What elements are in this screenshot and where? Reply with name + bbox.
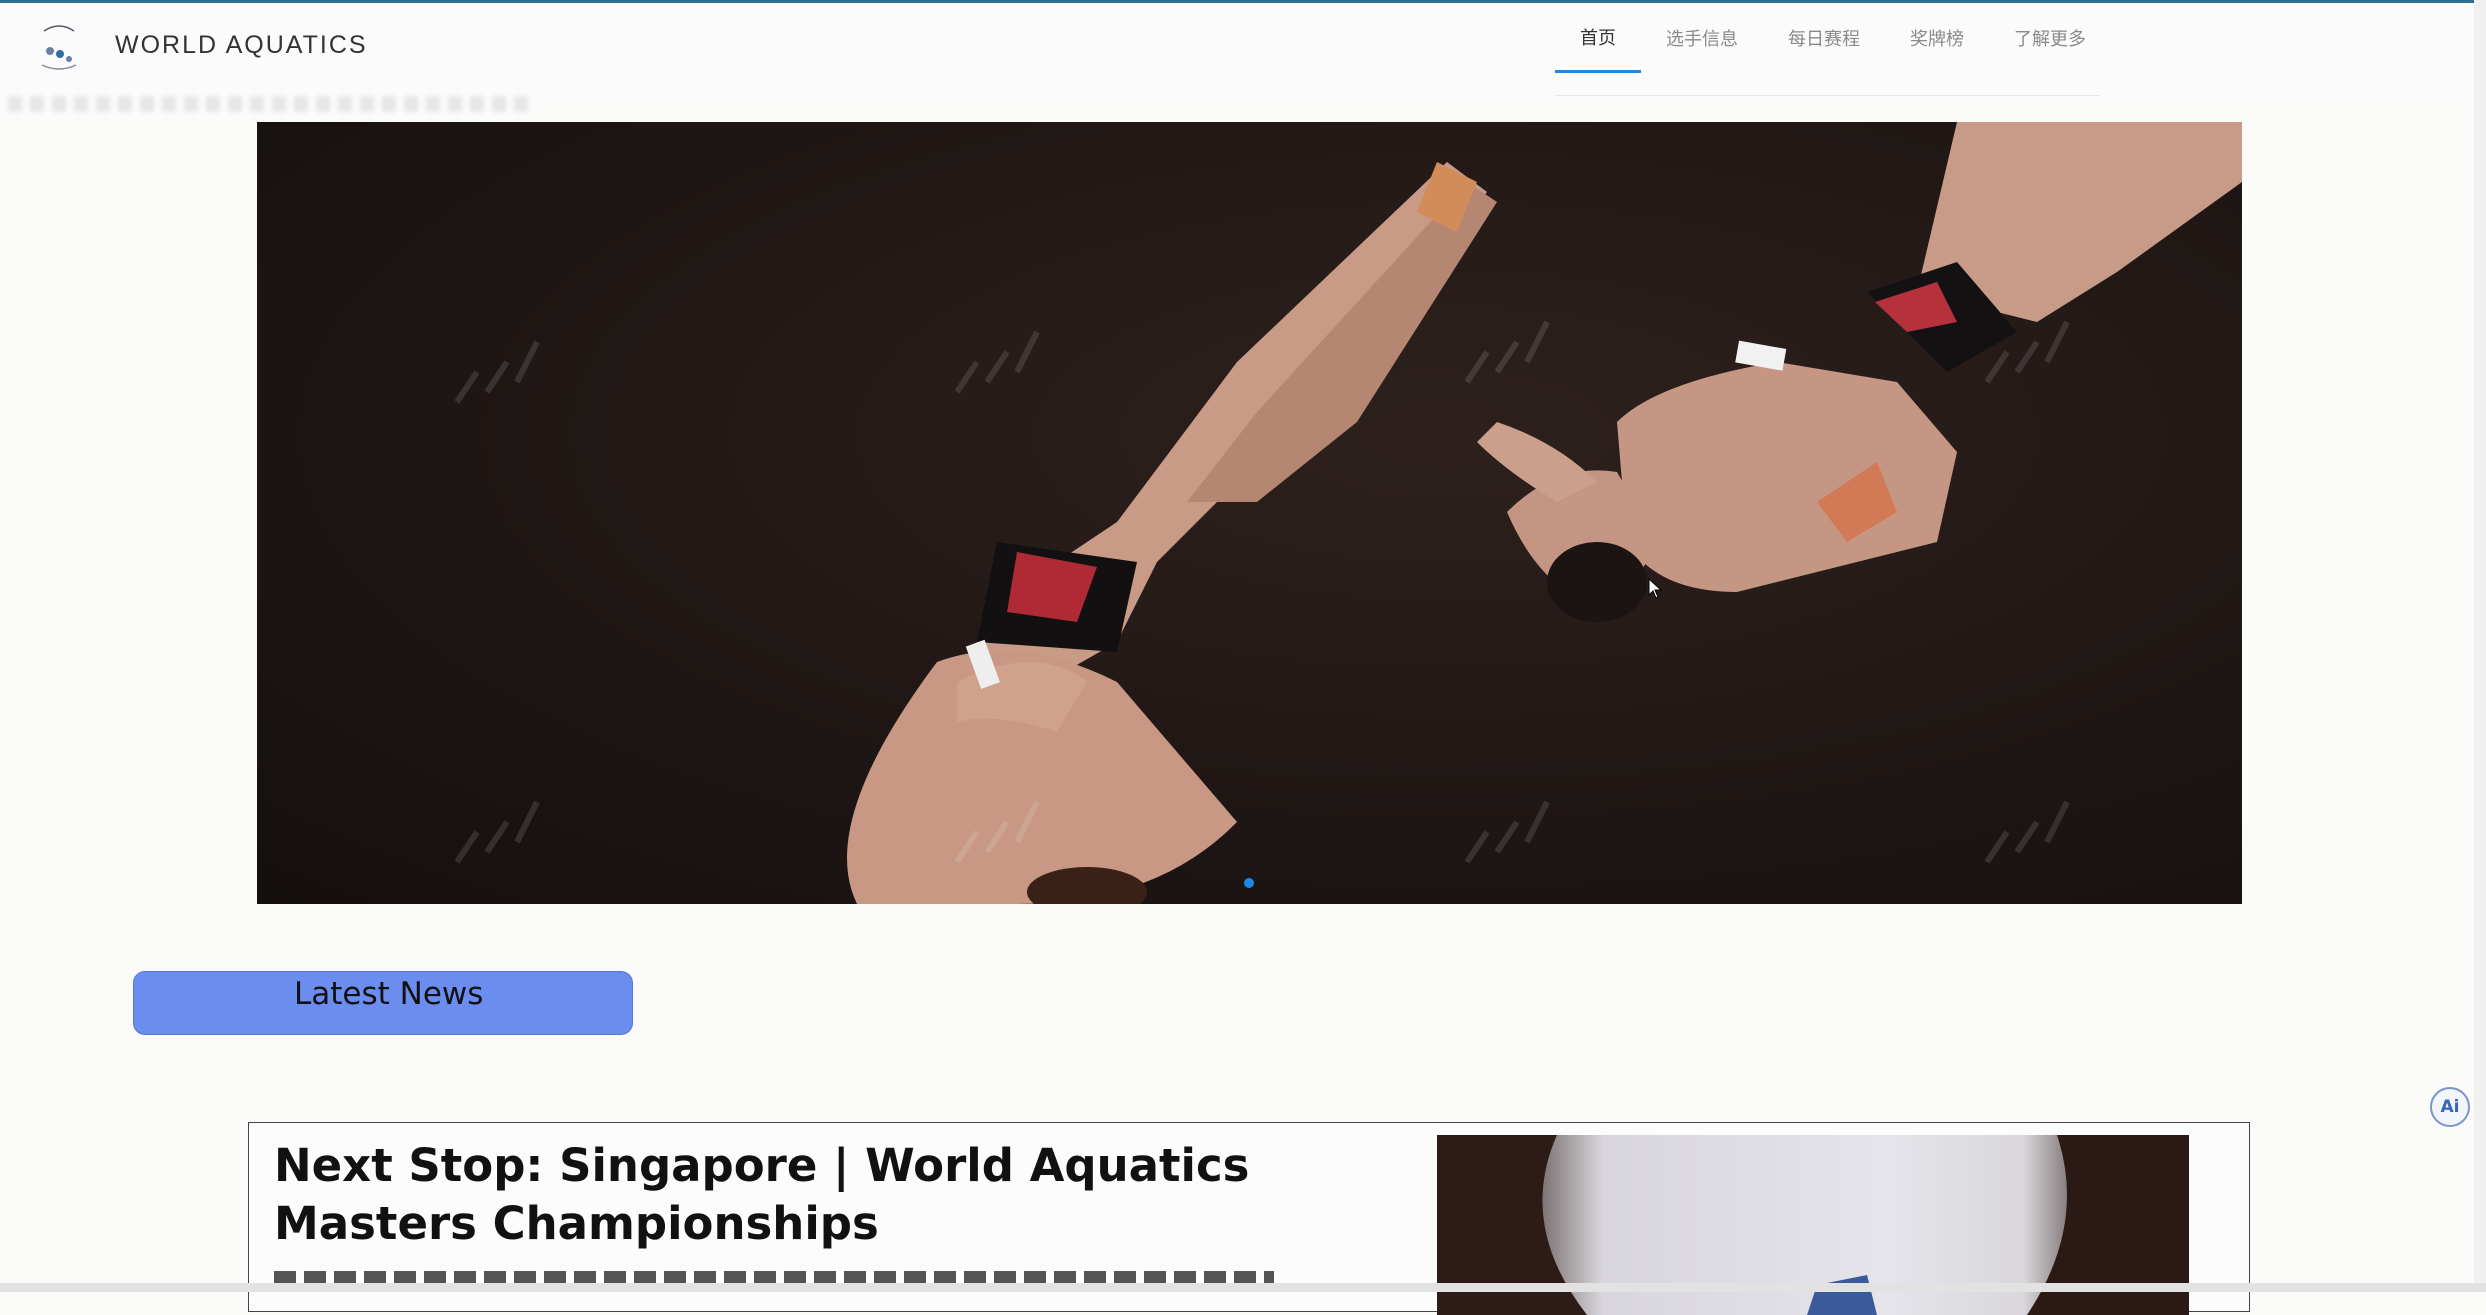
diver-right [1477,122,2242,622]
horizontal-scrollbar[interactable] [0,1283,2486,1292]
news-card-title[interactable]: Next Stop: Singapore | World Aquatics Ma… [274,1137,1274,1253]
nav-item-more[interactable]: 了解更多 [1989,3,2111,73]
blurred-brand-tagline [8,96,528,112]
world-aquatics-logo[interactable] [36,21,82,81]
latest-news-button[interactable]: Latest News [133,971,633,1035]
diver-left [847,162,1497,904]
site-header: WORLD AQUATICS [0,3,2486,112]
ai-assistant-button[interactable]: Ai [2430,1087,2470,1127]
carousel-dot-active[interactable] [1244,878,1254,888]
latest-news-label: Latest News [294,976,484,1012]
nav-item-home[interactable]: 首页 [1555,3,1641,73]
brand-name[interactable]: WORLD AQUATICS [115,31,368,60]
nav-item-medals[interactable]: 奖牌榜 [1885,3,1989,73]
vertical-scrollbar[interactable] [2474,0,2486,1292]
main-nav: 首页 选手信息 每日赛程 奖牌榜 了解更多 [1555,3,2111,73]
hero-diving-photo [454,122,2242,904]
mouse-cursor-icon [1648,577,1663,604]
nav-item-athletes[interactable]: 选手信息 [1641,3,1763,73]
hero-carousel[interactable] [257,122,2242,904]
nav-item-schedule[interactable]: 每日赛程 [1763,3,1885,73]
nav-divider [1555,95,2100,96]
